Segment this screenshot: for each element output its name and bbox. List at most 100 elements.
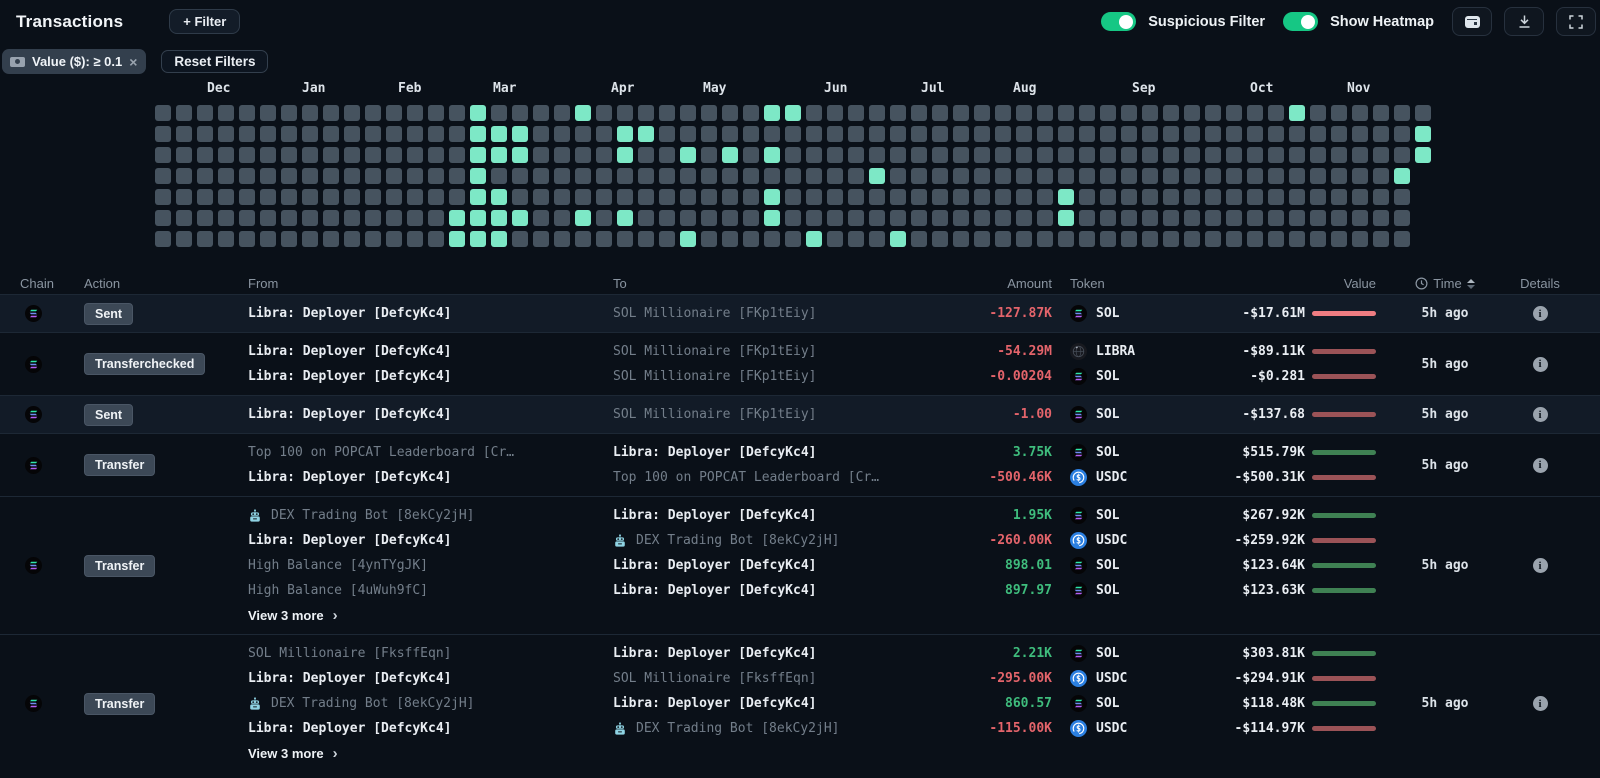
heatmap-cell[interactable] bbox=[491, 105, 507, 121]
heatmap-cell[interactable] bbox=[1079, 168, 1095, 184]
heatmap-cell[interactable] bbox=[176, 210, 192, 226]
to-entity[interactable]: SOL Millionaire [FKp1tEiy] bbox=[605, 364, 985, 389]
heatmap-cell[interactable] bbox=[575, 105, 591, 121]
heatmap-cell[interactable] bbox=[1016, 105, 1032, 121]
heatmap-cell[interactable] bbox=[1100, 105, 1116, 121]
heatmap-cell[interactable] bbox=[827, 105, 843, 121]
heatmap-cell[interactable] bbox=[764, 210, 780, 226]
heatmap-cell[interactable] bbox=[1079, 231, 1095, 247]
from-entity[interactable]: Libra: Deployer [DefcyKc4] bbox=[240, 339, 605, 364]
heatmap-cell[interactable] bbox=[617, 189, 633, 205]
heatmap-cell[interactable] bbox=[365, 210, 381, 226]
from-entity[interactable]: Libra: Deployer [DefcyKc4] bbox=[240, 402, 605, 427]
heatmap-cell[interactable] bbox=[575, 147, 591, 163]
heatmap-cell[interactable] bbox=[974, 168, 990, 184]
from-entity[interactable]: Top 100 on POPCAT Leaderboard [Cr… bbox=[240, 440, 605, 465]
heatmap-cell[interactable] bbox=[911, 231, 927, 247]
heatmap-cell[interactable] bbox=[218, 168, 234, 184]
heatmap-cell[interactable] bbox=[323, 189, 339, 205]
heatmap-cell[interactable] bbox=[1247, 168, 1263, 184]
heatmap-cell[interactable] bbox=[1268, 126, 1284, 142]
heatmap-cell[interactable] bbox=[638, 147, 654, 163]
heatmap-cell[interactable] bbox=[281, 189, 297, 205]
heatmap-cell[interactable] bbox=[911, 147, 927, 163]
heatmap-cell[interactable] bbox=[1016, 231, 1032, 247]
heatmap-cell[interactable] bbox=[470, 126, 486, 142]
heatmap-cell[interactable] bbox=[1163, 231, 1179, 247]
heatmap-cell[interactable] bbox=[155, 210, 171, 226]
details-info-icon[interactable]: i bbox=[1533, 458, 1548, 473]
calendar-button[interactable] bbox=[1452, 7, 1492, 36]
heatmap-cell[interactable] bbox=[1331, 189, 1347, 205]
heatmap-cell[interactable] bbox=[176, 168, 192, 184]
heatmap-cell[interactable] bbox=[743, 147, 759, 163]
heatmap-cell[interactable] bbox=[1247, 105, 1263, 121]
heatmap-cell[interactable] bbox=[701, 168, 717, 184]
heatmap-cell[interactable] bbox=[659, 189, 675, 205]
heatmap-cell[interactable] bbox=[512, 105, 528, 121]
heatmap-cell[interactable] bbox=[701, 105, 717, 121]
heatmap-cell[interactable] bbox=[554, 168, 570, 184]
heatmap-cell[interactable] bbox=[995, 210, 1011, 226]
from-entity[interactable]: High Balance [4ynTYgJK] bbox=[240, 553, 605, 578]
heatmap-cell[interactable] bbox=[407, 126, 423, 142]
heatmap-cell[interactable] bbox=[1016, 210, 1032, 226]
heatmap-cell[interactable] bbox=[995, 105, 1011, 121]
heatmap-cell[interactable] bbox=[1373, 231, 1389, 247]
heatmap-cell[interactable] bbox=[680, 105, 696, 121]
heatmap-cell[interactable] bbox=[1373, 147, 1389, 163]
heatmap-cell[interactable] bbox=[953, 147, 969, 163]
heatmap-cell[interactable] bbox=[218, 147, 234, 163]
heatmap-cell[interactable] bbox=[596, 189, 612, 205]
heatmap-cell[interactable] bbox=[764, 231, 780, 247]
heatmap-cell[interactable] bbox=[1163, 210, 1179, 226]
heatmap-cell[interactable] bbox=[1289, 189, 1305, 205]
heatmap-cell[interactable] bbox=[785, 189, 801, 205]
heatmap-cell[interactable] bbox=[1121, 210, 1137, 226]
heatmap-cell[interactable] bbox=[407, 189, 423, 205]
heatmap-cell[interactable] bbox=[869, 210, 885, 226]
heatmap-cell[interactable] bbox=[1121, 126, 1137, 142]
heatmap-cell[interactable] bbox=[302, 210, 318, 226]
heatmap-cell[interactable] bbox=[470, 147, 486, 163]
heatmap-cell[interactable] bbox=[407, 105, 423, 121]
heatmap-cell[interactable] bbox=[323, 210, 339, 226]
heatmap-cell[interactable] bbox=[449, 168, 465, 184]
heatmap-cell[interactable] bbox=[281, 210, 297, 226]
heatmap-cell[interactable] bbox=[722, 231, 738, 247]
heatmap-cell[interactable] bbox=[470, 189, 486, 205]
heatmap-cell[interactable] bbox=[281, 105, 297, 121]
heatmap-cell[interactable] bbox=[911, 126, 927, 142]
heatmap-cell[interactable] bbox=[344, 168, 360, 184]
heatmap-cell[interactable] bbox=[365, 147, 381, 163]
heatmap-cell[interactable] bbox=[1226, 105, 1242, 121]
heatmap-cell[interactable] bbox=[1394, 231, 1410, 247]
heatmap-cell[interactable] bbox=[596, 126, 612, 142]
heatmap-cell[interactable] bbox=[638, 105, 654, 121]
heatmap-cell[interactable] bbox=[1184, 126, 1200, 142]
to-entity[interactable]: Libra: Deployer [DefcyKc4] bbox=[605, 440, 985, 465]
heatmap-cell[interactable] bbox=[344, 231, 360, 247]
to-entity[interactable]: SOL Millionaire [FksffEqn] bbox=[605, 666, 985, 691]
heatmap-cell[interactable] bbox=[1142, 147, 1158, 163]
heatmap-cell[interactable] bbox=[386, 189, 402, 205]
details-info-icon[interactable]: i bbox=[1533, 558, 1548, 573]
heatmap-cell[interactable] bbox=[197, 189, 213, 205]
heatmap-cell[interactable] bbox=[365, 168, 381, 184]
heatmap-cell[interactable] bbox=[575, 126, 591, 142]
heatmap-cell[interactable] bbox=[344, 105, 360, 121]
heatmap-cell[interactable] bbox=[533, 189, 549, 205]
heatmap-cell[interactable] bbox=[1142, 231, 1158, 247]
heatmap-cell[interactable] bbox=[638, 231, 654, 247]
heatmap-cell[interactable] bbox=[806, 126, 822, 142]
heatmap-cell[interactable] bbox=[470, 210, 486, 226]
heatmap-cell[interactable] bbox=[1331, 126, 1347, 142]
heatmap-cell[interactable] bbox=[827, 126, 843, 142]
heatmap-cell[interactable] bbox=[1268, 210, 1284, 226]
heatmap-cell[interactable] bbox=[260, 231, 276, 247]
heatmap-cell[interactable] bbox=[533, 231, 549, 247]
heatmap-cell[interactable] bbox=[617, 126, 633, 142]
heatmap-cell[interactable] bbox=[1352, 126, 1368, 142]
heatmap-cell[interactable] bbox=[722, 168, 738, 184]
details-info-icon[interactable]: i bbox=[1533, 357, 1548, 372]
